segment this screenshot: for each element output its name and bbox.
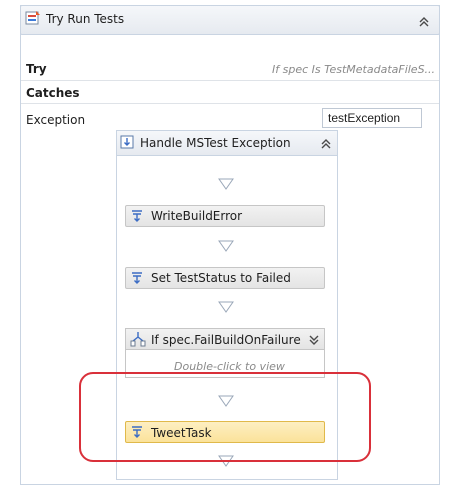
double-chevron-up-icon[interactable] — [416, 14, 432, 30]
activity-arrow-icon — [130, 209, 144, 223]
activity-label: Set TestStatus to Failed — [151, 271, 291, 285]
annotation-highlight-outline — [79, 372, 371, 462]
try-section-label: Try — [26, 62, 47, 76]
flow-arrow-icon[interactable] — [218, 178, 234, 190]
flow-arrow-icon[interactable] — [218, 240, 234, 252]
activity-label: WriteBuildError — [151, 209, 243, 223]
try-catch-icon — [25, 10, 41, 26]
try-catch-title: Try Run Tests — [46, 12, 125, 26]
exception-variable-input[interactable] — [322, 108, 422, 128]
if-branch-icon — [130, 331, 146, 347]
if-activity-label: If spec.FailBuildOnFailure — [151, 333, 301, 347]
section-divider — [21, 103, 439, 104]
double-chevron-down-icon[interactable] — [306, 332, 322, 348]
try-condition-text[interactable]: If spec Is TestMetadataFileS... — [272, 63, 435, 76]
catches-section-label: Catches — [26, 86, 80, 100]
double-chevron-up-icon[interactable] — [318, 136, 334, 152]
flow-arrow-icon[interactable] — [218, 301, 234, 313]
sequence-title: Handle MSTest Exception — [140, 136, 291, 150]
sequence-icon — [120, 135, 134, 149]
activity-arrow-icon — [130, 271, 144, 285]
exception-type-label: Exception — [26, 113, 86, 127]
section-divider — [21, 80, 439, 81]
